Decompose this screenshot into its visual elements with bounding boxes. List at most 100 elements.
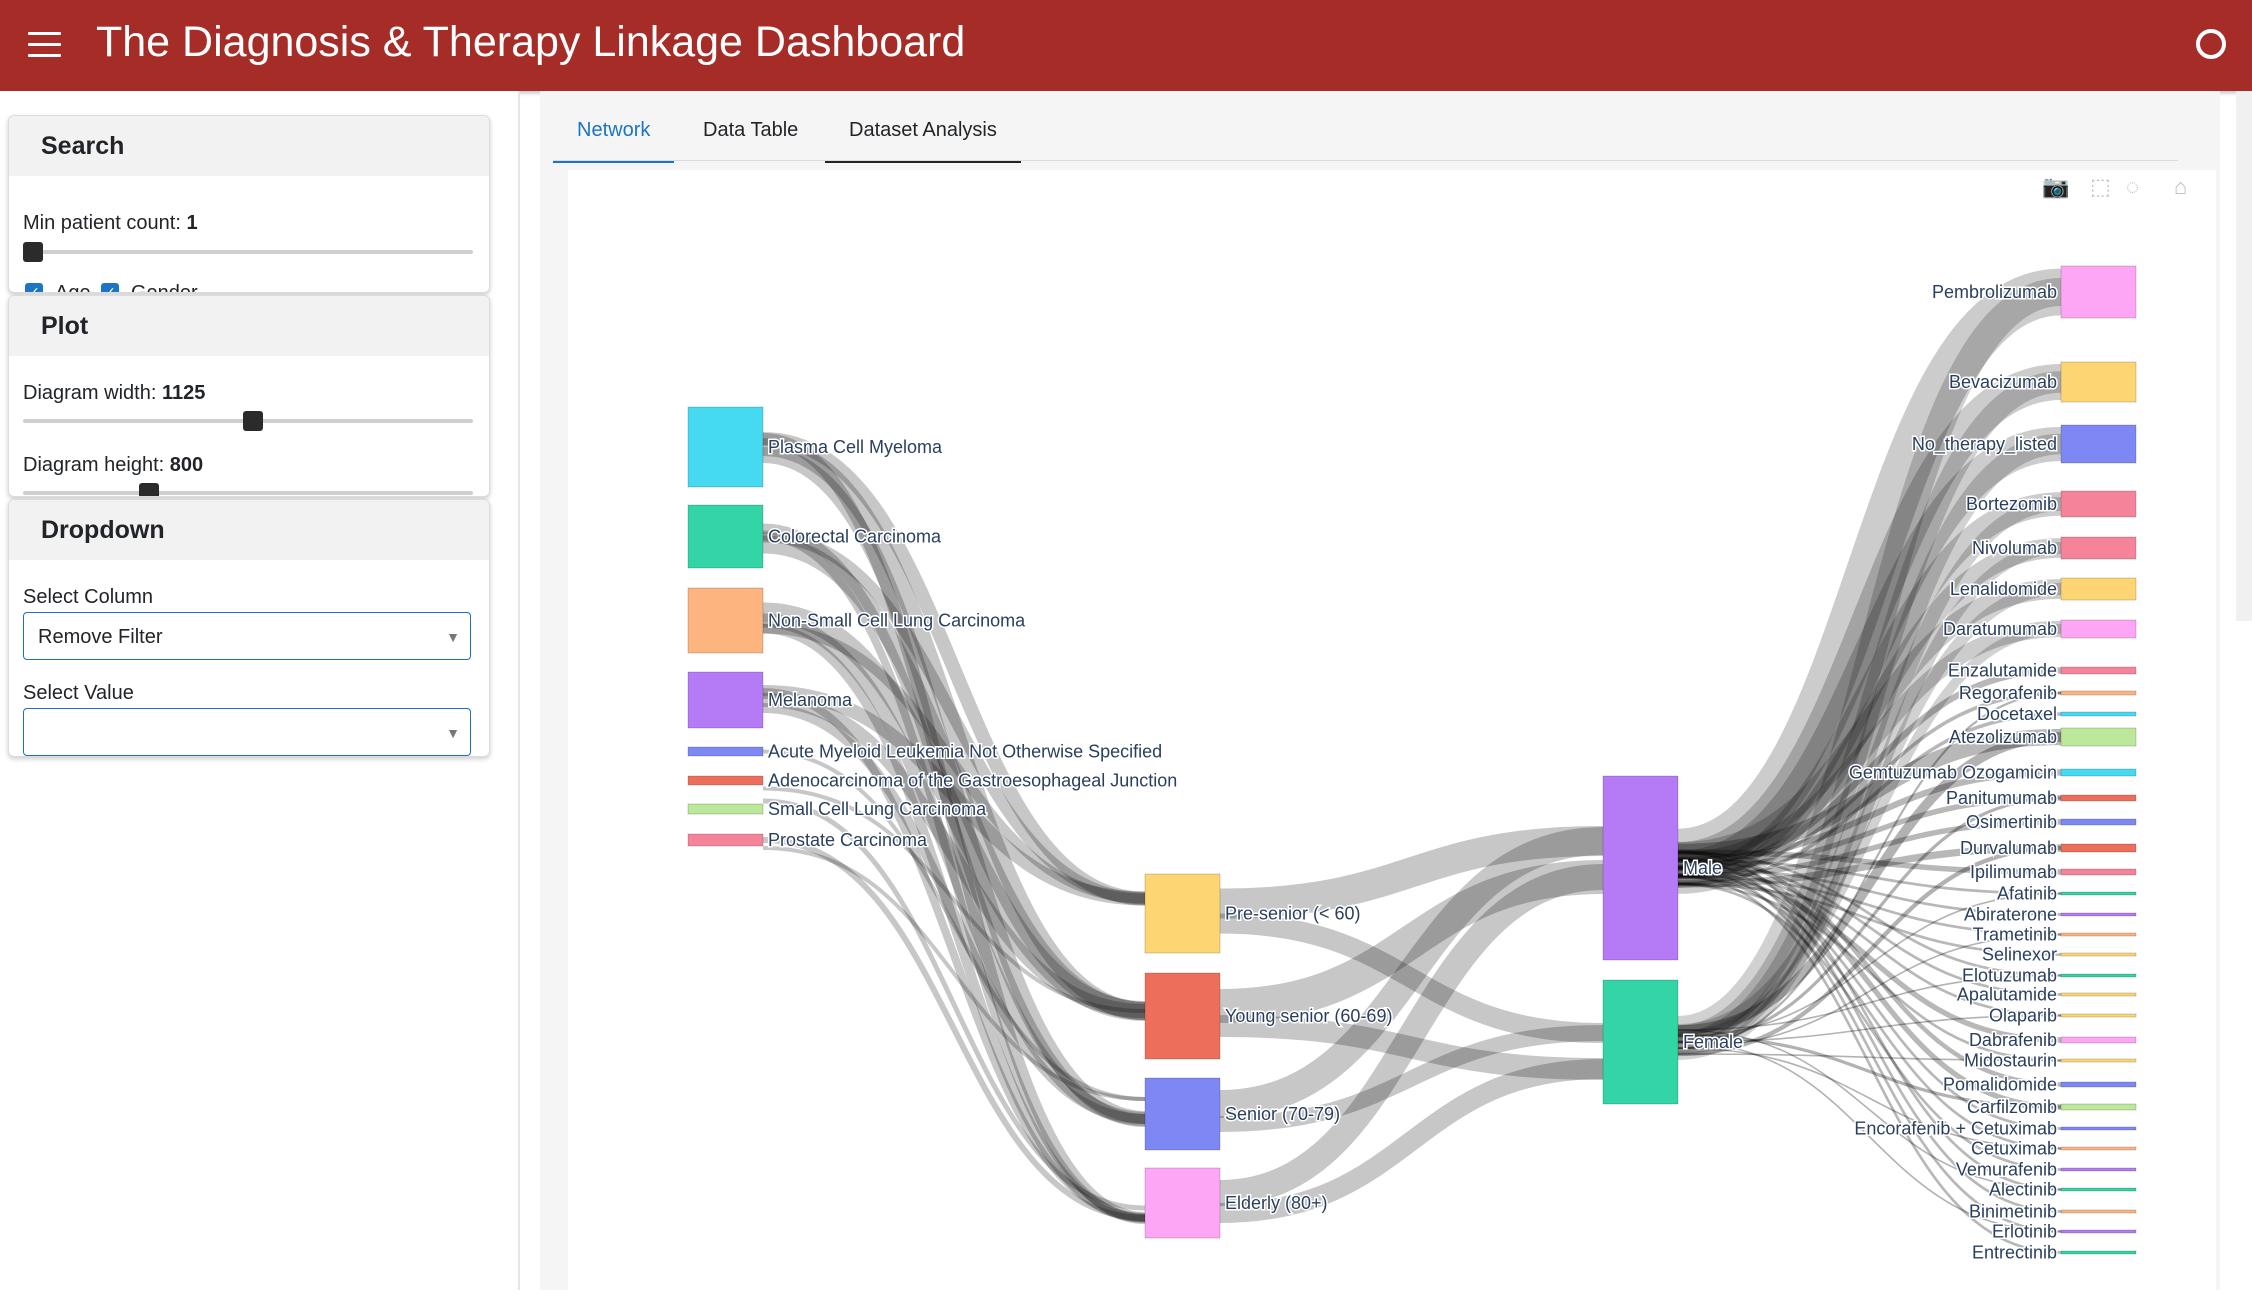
- sankey-node[interactable]: [1602, 979, 1679, 1105]
- sankey-node[interactable]: [2060, 619, 2137, 639]
- sankey-node-label: Selinexor: [1982, 945, 2057, 965]
- box-select-icon[interactable]: ⬚: [2090, 174, 2111, 200]
- page-scrollbar[interactable]: [2236, 91, 2252, 621]
- sankey-node-label: Elotuzumab: [1962, 966, 2057, 986]
- sankey-node[interactable]: [2060, 577, 2137, 601]
- diagram-height-value: 800: [169, 454, 204, 476]
- sankey-node[interactable]: [2060, 973, 2137, 978]
- sankey-node[interactable]: [2060, 1250, 2137, 1255]
- sankey-node-label: Binimetinib: [1969, 1202, 2057, 1222]
- sankey-node-label: Trametinib: [1973, 925, 2057, 945]
- sankey-node[interactable]: [2060, 1187, 2137, 1192]
- menu-icon[interactable]: [28, 32, 61, 58]
- diagram-height-slider-handle[interactable]: [139, 483, 159, 496]
- sankey-node[interactable]: [2060, 536, 2137, 560]
- select-value-dropdown[interactable]: ▼: [23, 708, 471, 756]
- sankey-node-label: Midostaurin: [1964, 1051, 2057, 1071]
- sankey-node-label: Melanoma: [768, 690, 853, 710]
- lasso-icon[interactable]: ◌: [2126, 174, 2139, 200]
- sankey-node[interactable]: [2060, 1013, 2137, 1018]
- sankey-node[interactable]: [687, 587, 764, 654]
- app-title: The Diagnosis & Therapy Linkage Dashboar…: [96, 18, 966, 66]
- sankey-node[interactable]: [2060, 768, 2137, 777]
- sankey-node[interactable]: [1144, 1077, 1221, 1151]
- sankey-node[interactable]: [687, 746, 764, 757]
- sankey-node[interactable]: [1602, 775, 1679, 961]
- sankey-node-label: Plasma Cell Myeloma: [768, 437, 943, 457]
- diagram-height-slider-track[interactable]: [23, 491, 473, 495]
- sankey-node-label: No_therapy_listed: [1912, 434, 2057, 455]
- sankey-node[interactable]: [2060, 952, 2137, 957]
- sankey-node[interactable]: [2060, 843, 2137, 853]
- sankey-node[interactable]: [1144, 873, 1221, 954]
- sankey-node[interactable]: [2060, 265, 2137, 319]
- diagram-width-value: 1125: [161, 382, 206, 404]
- sankey-node-label: Cetuximab: [1971, 1139, 2057, 1159]
- min-count-slider-track[interactable]: [23, 250, 473, 254]
- sankey-node[interactable]: [687, 775, 764, 786]
- sankey-node-label: Pre-senior (< 60): [1225, 904, 1361, 924]
- tab-dataset-analysis[interactable]: Dataset Analysis: [825, 102, 1021, 163]
- sankey-plot-area: 📷 ⬚ ◌ ⌂ Plasma Cell Myeloma Colorectal Ca…: [568, 170, 2216, 1290]
- sankey-node[interactable]: [2060, 666, 2137, 675]
- sankey-node-label: Docetaxel: [1977, 704, 2057, 724]
- search-card-title: Search: [9, 116, 489, 176]
- sankey-node[interactable]: [687, 803, 764, 815]
- sankey-node[interactable]: [2060, 794, 2137, 802]
- tab-data-table[interactable]: Data Table: [679, 102, 822, 160]
- sankey-node[interactable]: [2060, 1229, 2137, 1234]
- tab-divider: [553, 160, 2178, 161]
- camera-icon[interactable]: 📷: [2042, 174, 2069, 200]
- sankey-node-label: Adenocarcinoma of the Gastroesophageal J…: [768, 771, 1177, 791]
- sankey-node[interactable]: [687, 504, 764, 569]
- sankey-node[interactable]: [2060, 711, 2137, 717]
- sankey-node[interactable]: [687, 671, 764, 729]
- sankey-node-label: Ipilimumab: [1970, 862, 2057, 882]
- sankey-node[interactable]: [2060, 424, 2137, 464]
- diagram-width-slider-handle[interactable]: [243, 411, 263, 431]
- sankey-node[interactable]: [2060, 1126, 2137, 1131]
- gender-checkbox-label: Gender: [131, 282, 198, 293]
- sankey-node[interactable]: [2060, 490, 2137, 518]
- sankey-node[interactable]: [2060, 1036, 2137, 1044]
- min-count-label: Min patient count: 1: [23, 212, 198, 234]
- sankey-node-label: Durvalumab: [1960, 838, 2057, 858]
- sankey-node[interactable]: [2060, 932, 2137, 937]
- sankey-node[interactable]: [687, 833, 764, 847]
- sankey-node[interactable]: [2060, 1209, 2137, 1214]
- sankey-node[interactable]: [2060, 690, 2137, 696]
- sankey-node[interactable]: [2060, 891, 2137, 896]
- sankey-node[interactable]: [687, 406, 764, 488]
- sankey-node-label: Panitumumab: [1946, 788, 2057, 808]
- sankey-node[interactable]: [1144, 1167, 1221, 1239]
- tab-network[interactable]: Network: [553, 102, 675, 163]
- sankey-node-label: Osimertinib: [1966, 812, 2057, 832]
- select-column-dropdown[interactable]: Remove Filter ▼: [23, 612, 471, 660]
- sankey-node[interactable]: [1144, 972, 1221, 1060]
- sankey-node[interactable]: [2060, 361, 2137, 403]
- sankey-node[interactable]: [2060, 1081, 2137, 1088]
- sankey-node[interactable]: [2060, 912, 2137, 917]
- sankey-node[interactable]: [2060, 1058, 2137, 1063]
- sankey-node-label: Carfilzomib: [1967, 1097, 2057, 1117]
- sankey-node[interactable]: [2060, 818, 2137, 826]
- sankey-node[interactable]: [2060, 868, 2137, 876]
- sankey-node-label: Daratumumab: [1943, 619, 2057, 639]
- sankey-node[interactable]: [2060, 1167, 2137, 1172]
- min-count-slider-handle[interactable]: [23, 242, 43, 262]
- sankey-node[interactable]: [2060, 1103, 2137, 1111]
- sankey-diagram: Plasma Cell Myeloma Colorectal Carcinoma N…: [687, 265, 2137, 1264]
- gender-checkbox[interactable]: ✓: [101, 283, 119, 292]
- sankey-node-label: Prostate Carcinoma: [768, 830, 928, 850]
- sankey-node-label: Afatinib: [1997, 884, 2057, 904]
- sankey-node-label: Entrectinib: [1972, 1243, 2057, 1263]
- sankey-node[interactable]: [2060, 1146, 2137, 1151]
- age-checkbox[interactable]: ✓: [25, 283, 43, 292]
- sankey-node-label: Senior (70-79): [1225, 1104, 1340, 1124]
- sankey-node-label: Alectinib: [1989, 1180, 2057, 1200]
- sankey-node-label: Bortezomib: [1966, 494, 2057, 514]
- sankey-node[interactable]: [2060, 727, 2137, 747]
- dropdown-card-title: Dropdown: [9, 500, 489, 560]
- home-icon[interactable]: ⌂: [2174, 174, 2187, 200]
- sankey-node[interactable]: [2060, 992, 2137, 997]
